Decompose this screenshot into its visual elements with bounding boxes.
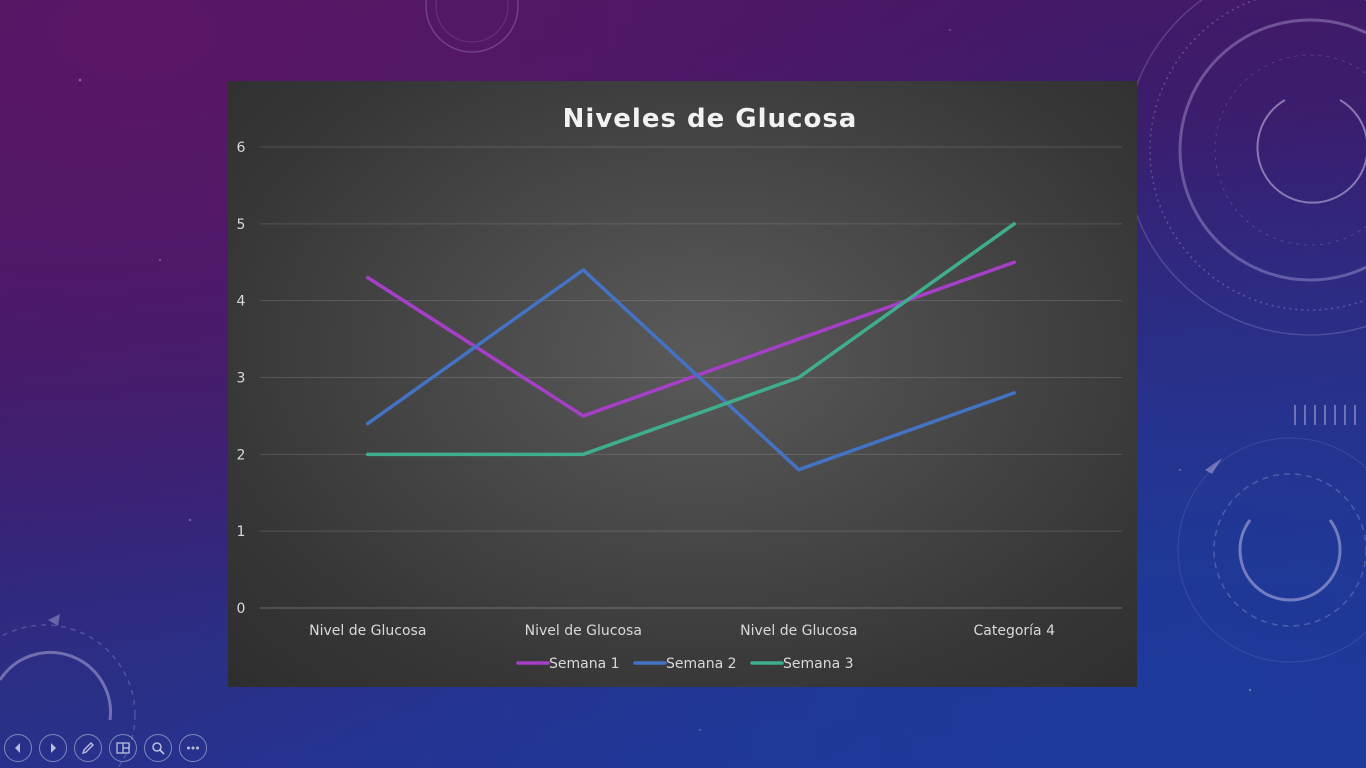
ellipsis-icon [187, 746, 199, 750]
legend-label: Semana 2 [666, 656, 737, 672]
legend-item: Semana 2 [633, 656, 737, 672]
y-tick-label: 1 [237, 524, 246, 540]
pen-icon [81, 742, 94, 755]
next-slide-button[interactable] [39, 734, 67, 762]
data-point [797, 337, 801, 341]
arrow-right-icon [51, 743, 56, 753]
legend-item: Semana 3 [750, 656, 854, 672]
data-point [581, 452, 585, 456]
arrow-left-icon [15, 743, 20, 753]
series-line-semana-1 [366, 260, 1016, 418]
see-all-slides-button[interactable] [109, 734, 137, 762]
slideshow-toolbar [4, 734, 207, 762]
y-axis-ticks: 0 1 2 3 4 5 6 [237, 140, 246, 617]
data-point [366, 276, 370, 280]
presentation-slide: Niveles de Glucosa 0 1 2 3 4 5 6 Nivel de Gluc… [0, 0, 1366, 768]
x-tick-label: Nivel de Glucosa [309, 623, 426, 639]
data-point [1012, 222, 1016, 226]
data-point [581, 268, 585, 272]
magnifier-icon [152, 742, 165, 755]
data-point [797, 468, 801, 472]
y-tick-label: 3 [237, 371, 246, 387]
legend-item: Semana 1 [516, 656, 620, 672]
pen-tool-button[interactable] [74, 734, 102, 762]
data-point [1012, 260, 1016, 264]
line-chart: Niveles de Glucosa 0 1 2 3 4 5 6 Nivel de Gluc… [237, 104, 1122, 672]
data-point [366, 422, 370, 426]
x-tick-label: Nivel de Glucosa [525, 623, 642, 639]
x-axis-ticks: Nivel de Glucosa Nivel de Glucosa Nivel de… [309, 623, 1055, 639]
zoom-button[interactable] [144, 734, 172, 762]
x-tick-label: Categoría 4 [974, 623, 1056, 639]
legend-label: Semana 1 [549, 656, 620, 672]
x-tick-label: Nivel de Glucosa [740, 623, 857, 639]
y-tick-label: 2 [237, 447, 246, 463]
legend-label: Semana 3 [783, 656, 854, 672]
chart-legend: Semana 1 Semana 2 Semana 3 [516, 656, 854, 672]
data-point [581, 414, 585, 418]
chart-title: Niveles de Glucosa [563, 104, 858, 134]
y-tick-label: 4 [237, 294, 246, 310]
series-line-semana-2 [366, 268, 1016, 472]
slides-grid-icon [116, 742, 130, 754]
more-options-button[interactable] [179, 734, 207, 762]
data-point [1012, 391, 1016, 395]
y-tick-label: 5 [237, 217, 246, 233]
y-tick-label: 0 [237, 601, 246, 617]
data-point [797, 376, 801, 379]
previous-slide-button[interactable] [4, 734, 32, 762]
y-tick-label: 6 [237, 140, 246, 156]
chart-panel: Niveles de Glucosa 0 1 2 3 4 5 6 Nivel de Gluc… [228, 81, 1137, 687]
data-point [366, 452, 370, 456]
series-lines [366, 222, 1016, 472]
